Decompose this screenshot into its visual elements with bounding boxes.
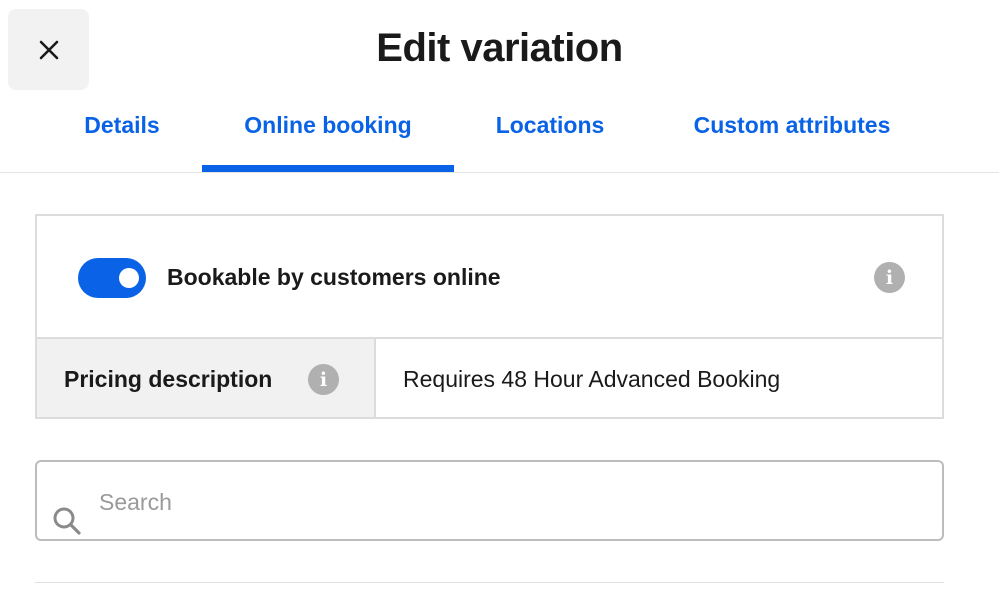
info-icon[interactable]: i	[308, 364, 339, 395]
pricing-description-row: Pricing description i Requires 48 Hour A…	[37, 339, 942, 417]
tab-online-booking[interactable]: Online booking	[202, 100, 454, 172]
tab-label: Online booking	[244, 112, 412, 138]
tab-label: Locations	[495, 112, 605, 138]
tab-bar: Details Online booking Locations Custom …	[0, 100, 999, 173]
pricing-label-cell: Pricing description i	[37, 339, 376, 417]
page-title: Edit variation	[376, 26, 623, 70]
search-field[interactable]	[35, 460, 944, 541]
info-icon[interactable]: i	[874, 262, 905, 293]
bookable-online-label: Bookable by customers online	[167, 264, 501, 290]
tab-locations[interactable]: Locations	[474, 100, 626, 172]
pricing-description-field[interactable]: Requires 48 Hour Advanced Booking	[403, 366, 780, 393]
bookable-online-toggle[interactable]	[78, 258, 146, 298]
search-input[interactable]	[99, 486, 919, 518]
tab-details[interactable]: Details	[62, 100, 182, 172]
tab-custom-attributes[interactable]: Custom attributes	[668, 100, 916, 172]
bookable-toggle-row: Bookable by customers online i	[37, 216, 942, 339]
edit-variation-dialog: Edit variation Details Online booking Lo…	[0, 0, 999, 589]
search-icon	[53, 507, 81, 535]
pricing-description-label: Pricing description	[64, 366, 273, 392]
tab-label: Details	[84, 112, 160, 138]
tab-label: Custom attributes	[693, 112, 891, 138]
online-booking-card: Bookable by customers online i Pricing d…	[35, 214, 944, 419]
divider	[35, 582, 944, 583]
toggle-knob	[119, 268, 139, 288]
